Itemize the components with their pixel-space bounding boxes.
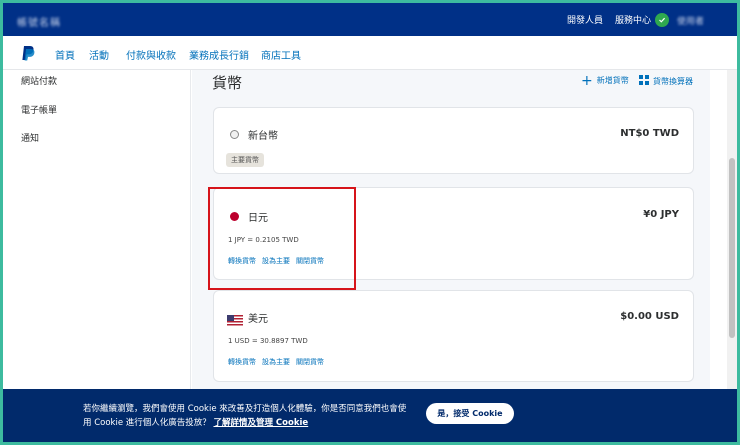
paypal-logo-icon[interactable]: [21, 45, 35, 61]
main-content: 貨幣 + 新增貨幣 貨幣換算器 新台幣 NT$0 TWD 主要貨幣 日元 ¥0 …: [192, 70, 710, 390]
calculator-icon: [639, 75, 649, 87]
nav-item-pay-and-get-paid[interactable]: 付款與收款: [126, 47, 176, 62]
currency-card-usd[interactable]: 美元 $0.00 USD 1 USD = 30.8897 TWD 轉換貨幣 設為…: [213, 290, 694, 382]
set-primary-link[interactable]: 設為主要: [262, 256, 290, 266]
sidebar-item-notifications[interactable]: 通知: [21, 131, 39, 144]
page-title: 貨幣: [212, 74, 243, 92]
scrollbar-thumb[interactable]: [729, 158, 735, 338]
top-bar: 帳號名稱 開發人員 服務中心 使用者: [3, 3, 737, 36]
sidebar: 網站付款 電子帳單 通知: [3, 70, 191, 390]
currency-balance: ¥0 JPY: [643, 209, 679, 220]
japan-flag-icon: [230, 212, 239, 221]
user-name[interactable]: 使用者: [677, 14, 704, 27]
primary-currency-badge: 主要貨幣: [226, 153, 264, 167]
convert-currency-link[interactable]: 轉換貨幣: [228, 357, 256, 367]
set-primary-link[interactable]: 設為主要: [262, 357, 290, 367]
currency-card-jpy[interactable]: 日元 ¥0 JPY 1 JPY = 0.2105 TWD 轉換貨幣 設為主要 關…: [213, 187, 694, 280]
currency-balance: NT$0 TWD: [620, 128, 679, 139]
nav-item-home[interactable]: 首頁: [55, 47, 75, 62]
developer-link[interactable]: 開發人員: [567, 13, 603, 26]
help-center-link[interactable]: 服務中心: [615, 13, 651, 26]
cookie-learn-more-link[interactable]: 了解詳情及管理 Cookie: [213, 418, 308, 428]
twd-currency-icon: [230, 130, 239, 139]
usa-flag-icon: [227, 311, 243, 330]
account-name: 帳號名稱: [17, 18, 61, 29]
cookie-banner: 若你繼續瀏覽，我們會使用 Cookie 來改善及打造個人化體驗，你是否同意我們也…: [3, 389, 737, 442]
plus-icon: +: [581, 72, 593, 89]
currency-converter-label: 貨幣換算器: [653, 76, 693, 86]
currency-converter-button[interactable]: 貨幣換算器: [639, 75, 693, 87]
sidebar-item-invoices[interactable]: 電子帳單: [21, 103, 57, 116]
add-currency-label: 新增貨幣: [596, 76, 629, 85]
currency-name: 日元: [248, 213, 268, 224]
sidebar-item-website-payments[interactable]: 網站付款: [21, 74, 57, 87]
exchange-rate: 1 JPY = 0.2105 TWD: [228, 236, 299, 244]
top-links: 開發人員 服務中心: [567, 13, 651, 26]
currency-name: 新台幣: [248, 131, 278, 142]
accept-cookies-button[interactable]: 是，接受 Cookie: [426, 403, 514, 424]
security-shield-icon[interactable]: [655, 13, 669, 27]
close-currency-link[interactable]: 關閉貨幣: [296, 256, 324, 266]
nav-item-activity[interactable]: 活動: [89, 47, 109, 62]
currency-card-twd[interactable]: 新台幣 NT$0 TWD 主要貨幣: [213, 107, 694, 174]
currency-name: 美元: [248, 314, 268, 325]
nav-item-business-growth[interactable]: 業務成長行銷: [189, 47, 249, 62]
page-scrollbar[interactable]: [727, 70, 737, 390]
exchange-rate: 1 USD = 30.8897 TWD: [228, 337, 308, 345]
currency-actions: 轉換貨幣 設為主要 關閉貨幣: [228, 357, 324, 367]
nav-item-store-tools[interactable]: 商店工具: [261, 47, 301, 62]
main-nav: 首頁 活動 付款與收款 業務成長行銷 商店工具: [3, 36, 737, 70]
cookie-message: 若你繼續瀏覽，我們會使用 Cookie 來改善及打造個人化體驗，你是否同意我們也…: [83, 402, 413, 430]
add-currency-button[interactable]: + 新增貨幣: [581, 72, 629, 89]
currency-balance: $0.00 USD: [620, 311, 679, 322]
close-currency-link[interactable]: 關閉貨幣: [296, 357, 324, 367]
convert-currency-link[interactable]: 轉換貨幣: [228, 256, 256, 266]
currency-actions: 轉換貨幣 設為主要 關閉貨幣: [228, 256, 324, 266]
